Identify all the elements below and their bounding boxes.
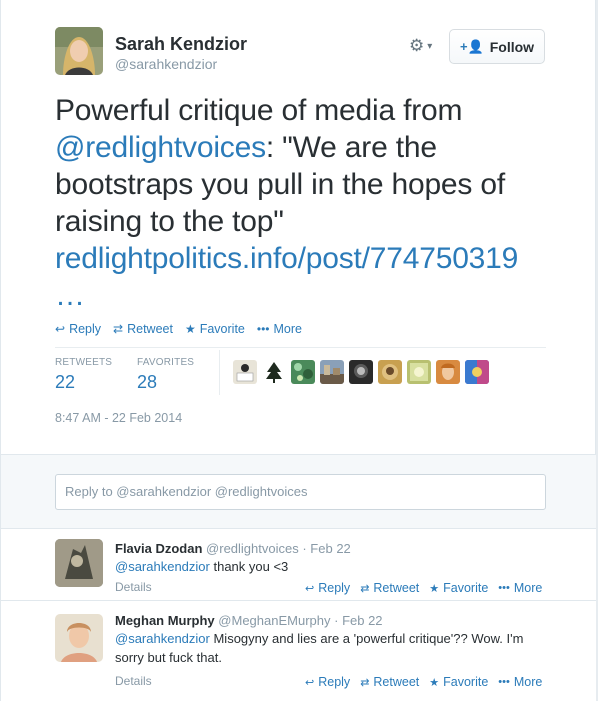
favoriter-avatars	[233, 360, 494, 384]
follow-label: Follow	[489, 38, 535, 55]
reply-date[interactable]: · Feb 22	[334, 613, 382, 628]
favoriter-avatar[interactable]	[407, 360, 431, 384]
retweets-count: 22	[55, 372, 76, 392]
reply-text: @sarahkendzior thank you <3	[115, 559, 289, 574]
reply-actions: ↩ Reply ⇄ Retweet ★ Favorite ••• More	[305, 581, 552, 595]
reply-author-handle[interactable]: @redlightvoices	[206, 541, 299, 556]
retweet-button[interactable]: ⇄ Retweet	[360, 675, 419, 689]
ellipsis-icon: •••	[498, 676, 510, 688]
reply-avatar[interactable]	[55, 614, 103, 662]
favorite-button[interactable]: ★ Favorite	[429, 581, 488, 595]
follow-button[interactable]: +👤 Follow	[449, 29, 545, 64]
tweet-line: @redlightvoices: "We are the	[55, 131, 437, 164]
reply-tweet[interactable]: Meghan Murphy @MeghanEMurphy · Feb 22 @s…	[1, 600, 597, 701]
reply-actions: ↩ Reply ⇄ Retweet ★ Favorite ••• More	[305, 675, 552, 689]
retweet-button[interactable]: ⇄ Retweet	[113, 322, 173, 336]
url-link[interactable]: redlightpolitics.info/post/774750319	[55, 242, 518, 275]
mention-link[interactable]: @redlightvoices	[55, 131, 266, 164]
replies-section: Reply to @sarahkendzior @redlightvoices …	[1, 454, 597, 701]
more-button[interactable]: ••• More	[498, 581, 542, 595]
reply-button[interactable]: ↩ Reply	[305, 581, 350, 595]
stats-separator	[219, 350, 220, 395]
reply-date[interactable]: · Feb 22	[302, 541, 350, 556]
settings-menu[interactable]: ⚙ ▾	[409, 36, 439, 56]
tweet-text: Powerful critique of media from @redligh…	[55, 92, 555, 314]
retweets-stat[interactable]: RETWEETS 22	[55, 357, 137, 393]
more-button[interactable]: ••• More	[498, 675, 542, 689]
favorites-count: 28	[137, 372, 158, 392]
star-icon: ★	[429, 676, 440, 689]
reply-icon: ↩	[305, 582, 315, 595]
tweet-actions: ↩ Reply ⇄ Retweet ★ Favorite ••• More	[55, 322, 314, 336]
retweet-icon: ⇄	[360, 676, 370, 689]
reply-mention-link[interactable]: @sarahkendzior	[115, 631, 210, 646]
url-ellipsis[interactable]: …	[55, 279, 85, 312]
gear-icon: ⚙	[409, 36, 425, 55]
favoriter-avatar[interactable]	[320, 360, 344, 384]
reply-header: Flavia Dzodan @redlightvoices · Feb 22	[115, 541, 351, 556]
favoriter-avatar[interactable]	[349, 360, 373, 384]
favoriter-avatar[interactable]	[378, 360, 402, 384]
tweet-card: Sarah Kendzior @sarahkendzior ⚙ ▾ +👤 Fol…	[0, 0, 597, 701]
tweet-timestamp[interactable]: 8:47 AM - 22 Feb 2014	[55, 411, 182, 425]
reply-text: @sarahkendzior Misogyny and lies are a '…	[115, 631, 524, 665]
tweet-line: raising to the top"	[55, 205, 284, 238]
reply-icon: ↩	[55, 322, 66, 336]
favoriter-avatar[interactable]	[436, 360, 460, 384]
reply-avatar[interactable]	[55, 539, 103, 587]
star-icon: ★	[184, 322, 196, 336]
tweet-line: Powerful critique of media from	[55, 94, 463, 127]
retweet-icon: ⇄	[113, 322, 124, 336]
tweet-line: …	[55, 277, 555, 314]
reply-button[interactable]: ↩ Reply	[305, 675, 350, 689]
chevron-down-icon: ▾	[427, 40, 433, 52]
reply-details-link[interactable]: Details	[115, 580, 152, 594]
author-handle[interactable]: @sarahkendzior	[115, 56, 217, 72]
favorites-label: FAVORITES	[137, 357, 195, 368]
ellipsis-icon: •••	[256, 322, 270, 336]
reply-author-name[interactable]: Meghan Murphy	[115, 613, 215, 628]
reply-author-name[interactable]: Flavia Dzodan	[115, 541, 202, 556]
favorite-button[interactable]: ★ Favorite	[429, 675, 488, 689]
retweet-button[interactable]: ⇄ Retweet	[360, 581, 419, 595]
reply-author-handle[interactable]: @MeghanEMurphy	[218, 613, 330, 628]
favoriter-avatar[interactable]	[262, 360, 286, 384]
author-name[interactable]: Sarah Kendzior	[115, 34, 247, 55]
favorite-button[interactable]: ★ Favorite	[185, 322, 245, 336]
favoriter-avatar[interactable]	[233, 360, 257, 384]
reply-details-link[interactable]: Details	[115, 674, 152, 688]
add-user-icon: +👤	[459, 38, 484, 54]
retweets-label: RETWEETS	[55, 357, 113, 368]
retweet-icon: ⇄	[360, 582, 370, 595]
reply-header: Meghan Murphy @MeghanEMurphy · Feb 22	[115, 613, 383, 628]
star-icon: ★	[429, 582, 440, 595]
tweet-stats: RETWEETS 22 FAVORITES 28	[55, 357, 219, 393]
tweet-line: bootstraps you pull in the hopes of	[55, 168, 505, 201]
favoriter-avatar[interactable]	[291, 360, 315, 384]
more-button[interactable]: ••• More	[257, 322, 302, 336]
reply-button[interactable]: ↩ Reply	[55, 322, 101, 336]
author-avatar[interactable]	[55, 27, 103, 75]
tweet-line: redlightpolitics.info/post/774750319	[55, 240, 555, 277]
divider	[55, 347, 546, 348]
reply-mention-link[interactable]: @sarahkendzior	[115, 559, 210, 574]
ellipsis-icon: •••	[498, 582, 510, 594]
reply-input[interactable]: Reply to @sarahkendzior @redlightvoices	[55, 474, 546, 510]
favorites-stat[interactable]: FAVORITES 28	[137, 357, 219, 393]
reply-icon: ↩	[305, 676, 315, 689]
favoriter-avatar[interactable]	[465, 360, 489, 384]
reply-tweet[interactable]: Flavia Dzodan @redlightvoices · Feb 22 @…	[1, 528, 597, 600]
